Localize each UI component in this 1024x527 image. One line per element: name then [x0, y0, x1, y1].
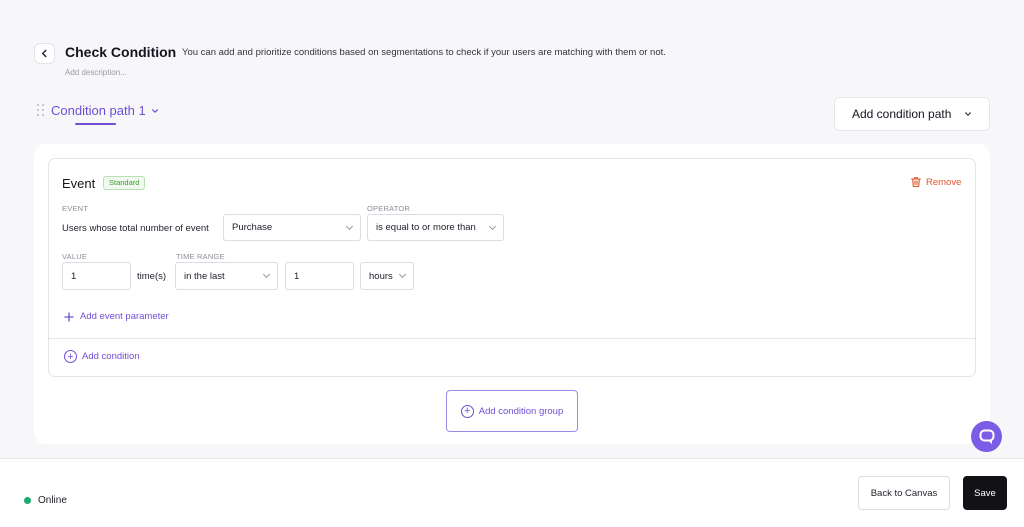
- times-text: time(s): [137, 271, 167, 282]
- add-condition-path-label: Add condition path: [852, 107, 952, 121]
- page-title: Check Condition: [65, 44, 177, 60]
- add-event-parameter-button[interactable]: Add event parameter: [64, 311, 169, 322]
- add-condition-button[interactable]: + Add condition: [64, 350, 140, 363]
- back-button[interactable]: [34, 43, 55, 64]
- event-select-value: Purchase: [232, 222, 273, 233]
- divider: [49, 338, 975, 339]
- chevron-down-icon: [262, 270, 271, 279]
- plus-icon: [64, 311, 74, 322]
- event-label: EVENT: [62, 204, 89, 213]
- chevron-left-icon: [42, 49, 47, 58]
- time-unit-select[interactable]: hours: [360, 262, 414, 290]
- page-description: You can add and prioritize conditions ba…: [182, 47, 666, 58]
- condition-title: Event: [62, 176, 96, 191]
- add-condition-path-button[interactable]: Add condition path: [834, 97, 990, 131]
- time-amount-input[interactable]: 1: [285, 262, 354, 290]
- plus-circle-icon: +: [460, 404, 474, 418]
- chevron-down-icon: [398, 270, 407, 279]
- status-indicator: Online: [24, 495, 67, 506]
- tab-condition-path-1[interactable]: Condition path 1: [51, 103, 159, 118]
- chevron-down-icon: [345, 222, 354, 230]
- tab-label: Condition path 1: [51, 103, 146, 118]
- event-select[interactable]: Purchase: [223, 214, 361, 241]
- time-amount-input-text: 1: [294, 270, 300, 282]
- status-label: Online: [38, 495, 67, 506]
- add-description-field[interactable]: Add description...: [65, 68, 127, 77]
- operator-select-value: is equal to or more than: [376, 222, 476, 233]
- value-input-text: 1: [71, 270, 77, 282]
- value-label: VALUE: [62, 252, 88, 261]
- save-button[interactable]: Save: [963, 476, 1007, 510]
- operator-label: OPERATOR: [367, 204, 410, 213]
- remove-label: Remove: [926, 176, 962, 188]
- plus-circle-icon: +: [64, 350, 77, 363]
- trash-icon: [910, 177, 922, 188]
- time-range-label: TIME RANGE: [176, 252, 225, 261]
- add-event-parameter-label: Add event parameter: [80, 311, 169, 322]
- time-range-select[interactable]: in the last: [175, 262, 278, 290]
- time-range-select-value: in the last: [184, 270, 225, 282]
- value-input[interactable]: 1: [62, 262, 131, 290]
- add-condition-label: Add condition: [82, 351, 140, 362]
- chat-widget-button[interactable]: [971, 421, 1002, 452]
- chat-icon: [979, 429, 994, 444]
- time-unit-select-value: hours: [369, 270, 393, 282]
- chevron-down-icon: [151, 108, 158, 113]
- standard-badge: Standard: [103, 176, 146, 190]
- active-tab-indicator: [75, 123, 116, 125]
- remove-button[interactable]: Remove: [910, 176, 961, 188]
- drag-handle-icon[interactable]: [37, 104, 45, 116]
- back-to-canvas-button[interactable]: Back to Canvas: [858, 476, 950, 510]
- chevron-down-icon: [965, 112, 971, 116]
- event-description: Users whose total number of event: [62, 223, 209, 234]
- chevron-down-icon: [488, 222, 497, 230]
- add-condition-group-label: Add condition group: [478, 405, 564, 417]
- add-condition-group-button[interactable]: + Add condition group: [446, 390, 578, 432]
- operator-select[interactable]: is equal to or more than: [367, 214, 504, 241]
- online-dot-icon: [24, 497, 31, 504]
